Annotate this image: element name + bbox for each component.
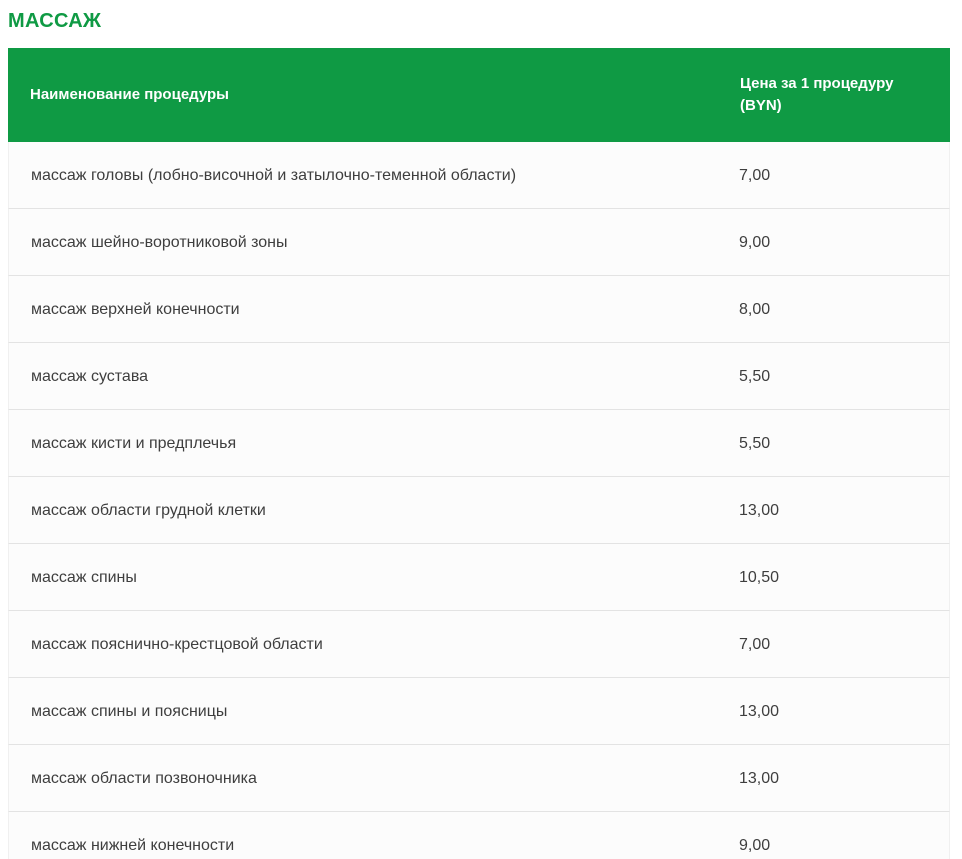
- page-title: МАССАЖ: [8, 10, 950, 33]
- table-row: массаж головы (лобно-височной и затылочн…: [8, 142, 950, 209]
- procedure-name-cell: массаж пояснично-крестцовой области: [9, 634, 739, 655]
- procedure-name-cell: массаж кисти и предплечья: [9, 433, 739, 454]
- table-row: массаж верхней конечности 8,00: [8, 276, 950, 343]
- price-cell: 5,50: [739, 366, 949, 387]
- table-row: массаж кисти и предплечья 5,50: [8, 410, 950, 477]
- price-cell: 9,00: [739, 232, 949, 253]
- table-row: массаж спины 10,50: [8, 544, 950, 611]
- procedure-name-cell: массаж верхней конечности: [9, 299, 739, 320]
- price-cell: 8,00: [739, 299, 949, 320]
- procedure-name-cell: массаж сустава: [9, 366, 739, 387]
- column-header-price: Цена за 1 процедуру (BYN): [740, 48, 950, 142]
- table-row: массаж области позвоночника 13,00: [8, 745, 950, 812]
- price-cell: 7,00: [739, 634, 949, 655]
- table-row: массаж пояснично-крестцовой области 7,00: [8, 611, 950, 678]
- procedure-name-cell: массаж области грудной клетки: [9, 500, 739, 521]
- price-cell: 10,50: [739, 567, 949, 588]
- column-header-procedure: Наименование процедуры: [8, 48, 740, 142]
- procedure-name-cell: массаж головы (лобно-височной и затылочн…: [9, 165, 739, 186]
- procedure-name-cell: массаж спины: [9, 567, 739, 588]
- procedure-name-cell: массаж нижней конечности: [9, 835, 739, 856]
- procedure-name-cell: массаж спины и поясницы: [9, 701, 739, 722]
- table-row: массаж шейно-воротниковой зоны 9,00: [8, 209, 950, 276]
- price-cell: 9,00: [739, 835, 949, 856]
- pricing-page: МАССАЖ Наименование процедуры Цена за 1 …: [0, 0, 962, 859]
- table-body: массаж головы (лобно-височной и затылочн…: [8, 142, 950, 859]
- price-cell: 13,00: [739, 768, 949, 789]
- table-row: массаж области грудной клетки 13,00: [8, 477, 950, 544]
- table-row: массаж спины и поясницы 13,00: [8, 678, 950, 745]
- procedure-name-cell: массаж области позвоночника: [9, 768, 739, 789]
- price-cell: 5,50: [739, 433, 949, 454]
- price-table: Наименование процедуры Цена за 1 процеду…: [8, 48, 950, 859]
- price-cell: 13,00: [739, 701, 949, 722]
- table-header-row: Наименование процедуры Цена за 1 процеду…: [8, 48, 950, 142]
- table-row: массаж сустава 5,50: [8, 343, 950, 410]
- table-row: массаж нижней конечности 9,00: [8, 812, 950, 859]
- price-cell: 13,00: [739, 500, 949, 521]
- price-cell: 7,00: [739, 165, 949, 186]
- procedure-name-cell: массаж шейно-воротниковой зоны: [9, 232, 739, 253]
